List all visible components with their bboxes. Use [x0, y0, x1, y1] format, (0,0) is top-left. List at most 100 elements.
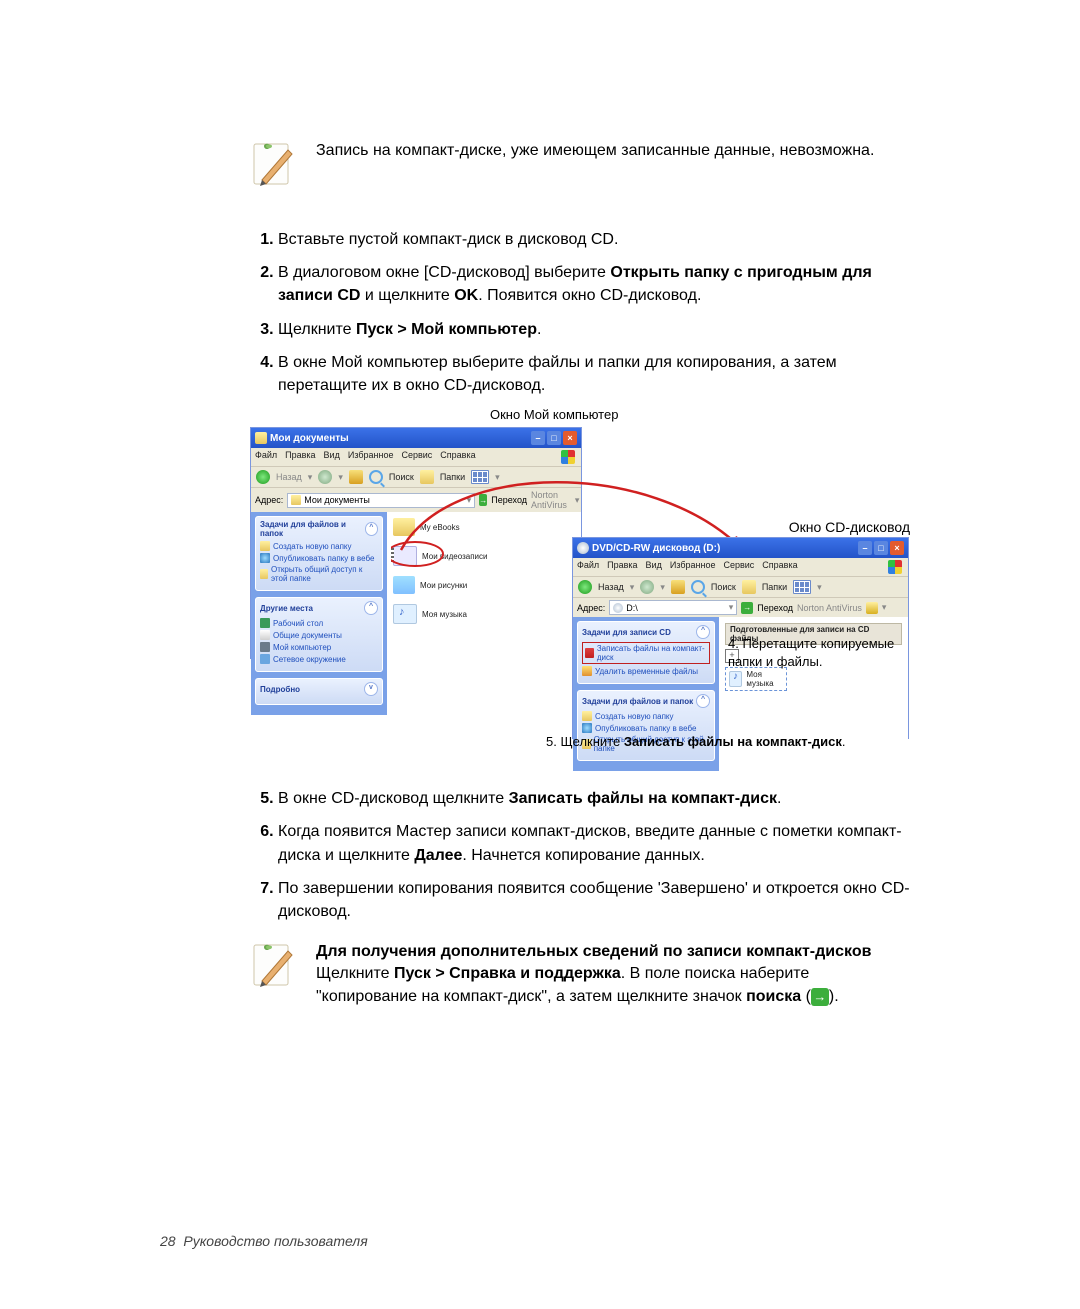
task-publish[interactable]: Опубликовать папку в вебе — [260, 553, 378, 563]
folder-videos[interactable]: Мои видеозаписи — [393, 546, 575, 566]
up-icon[interactable] — [349, 470, 363, 484]
go-label[interactable]: Переход — [757, 603, 793, 613]
folder-ebooks[interactable]: My eBooks — [393, 518, 575, 536]
security-shield-icon[interactable] — [888, 560, 902, 574]
minimize-button[interactable]: – — [858, 541, 872, 555]
task-new-folder[interactable]: Создать новую папку — [260, 541, 378, 551]
menu-bar[interactable]: Файл Правка Вид Избранное Сервис Справка — [251, 448, 581, 466]
menu-file[interactable]: Файл — [577, 560, 599, 574]
titlebar[interactable]: DVD/CD-RW дисковод (D:) – □ × — [573, 538, 908, 558]
step-3-b: Пуск > Мой компьютер — [356, 321, 537, 338]
step-7: По завершении копирования появится сообщ… — [278, 877, 910, 923]
place-desktop[interactable]: Рабочий стол — [260, 618, 378, 628]
step-2-c: и щелкните — [360, 287, 454, 304]
go-label[interactable]: Переход — [491, 495, 527, 505]
chevron-icon[interactable]: ^ — [696, 694, 710, 708]
back-icon[interactable] — [256, 470, 270, 484]
go-icon[interactable]: → — [741, 602, 753, 614]
toolbar[interactable]: Назад ▾ ▾ Поиск Папки ▾ — [573, 576, 908, 598]
maximize-button[interactable]: □ — [874, 541, 888, 555]
note-block-1: Запись на компакт-диске, уже имеющем зап… — [250, 140, 910, 188]
folder-icon — [291, 495, 301, 505]
dragged-folder[interactable]: Моя музыка — [725, 667, 787, 691]
search-icon[interactable] — [691, 580, 705, 594]
antivirus-label[interactable]: Norton AntiVirus — [797, 603, 862, 613]
cd-task-delete-temp[interactable]: Удалить временные файлы — [582, 666, 710, 676]
antivirus-icon[interactable] — [866, 602, 878, 614]
note-pencil-icon — [250, 941, 298, 989]
task-new-folder[interactable]: Создать новую папку — [582, 711, 710, 721]
forward-icon[interactable] — [318, 470, 332, 484]
window-my-documents[interactable]: Мои документы – □ × Файл Правка Вид Избр… — [250, 427, 582, 659]
address-value: Мои документы — [304, 495, 370, 505]
address-bar[interactable]: Адрес: Мои документы ▾ → Переход Norton … — [251, 488, 581, 512]
minimize-button[interactable]: – — [531, 431, 545, 445]
menu-file[interactable]: Файл — [255, 450, 277, 464]
place-network[interactable]: Сетевое окружение — [260, 654, 378, 664]
menu-tools[interactable]: Сервис — [723, 560, 754, 574]
security-shield-icon[interactable] — [561, 450, 575, 464]
window-title: DVD/CD-RW дисковод (D:) — [592, 543, 720, 554]
task-share[interactable]: Открыть общий доступ к этой папке — [260, 565, 378, 583]
folders-icon[interactable] — [742, 580, 756, 594]
menu-edit[interactable]: Правка — [285, 450, 315, 464]
close-button[interactable]: × — [890, 541, 904, 555]
menu-bar[interactable]: Файл Правка Вид Избранное Сервис Справка — [573, 558, 908, 576]
dragged-folder-label: Моя музыка — [746, 670, 783, 688]
forward-icon[interactable] — [640, 580, 654, 594]
chevron-icon[interactable]: ^ — [365, 522, 378, 536]
folders-label[interactable]: Папки — [762, 582, 787, 592]
address-input[interactable]: D:\ ▾ — [609, 600, 737, 615]
antivirus-label[interactable]: Norton AntiVirus — [531, 490, 567, 510]
maximize-button[interactable]: □ — [547, 431, 561, 445]
steps-list-2: В окне CD-дисковод щелкните Записать фай… — [250, 787, 910, 923]
task-publish[interactable]: Опубликовать папку в вебе — [582, 723, 710, 733]
folders-label[interactable]: Папки — [440, 472, 465, 482]
menu-edit[interactable]: Правка — [607, 560, 637, 574]
back-label[interactable]: Назад — [598, 582, 624, 592]
main-pane[interactable]: My eBooks Мои видеозаписи Мои рисунки Мо… — [387, 512, 581, 715]
folder-music[interactable]: Моя музыка — [393, 604, 575, 624]
window-title: Мои документы — [270, 433, 349, 444]
disc-icon — [613, 603, 623, 613]
back-icon[interactable] — [578, 580, 592, 594]
address-bar[interactable]: Адрес: D:\ ▾ → Переход Norton AntiVirus … — [573, 598, 908, 617]
go-icon[interactable]: → — [479, 494, 487, 506]
step-6: Когда появится Мастер записи компакт-дис… — [278, 820, 910, 866]
place-shared-docs[interactable]: Общие документы — [260, 630, 378, 640]
folders-icon[interactable] — [420, 470, 434, 484]
menu-view[interactable]: Вид — [324, 450, 340, 464]
place-my-computer[interactable]: Мой компьютер — [260, 642, 378, 652]
up-icon[interactable] — [671, 580, 685, 594]
menu-favorites[interactable]: Избранное — [348, 450, 394, 464]
chevron-icon[interactable]: v — [364, 682, 378, 696]
chevron-icon[interactable]: ^ — [696, 625, 710, 639]
menu-tools[interactable]: Сервис — [401, 450, 432, 464]
back-label[interactable]: Назад — [276, 472, 302, 482]
folder-pictures[interactable]: Мои рисунки — [393, 576, 575, 594]
view-icon[interactable] — [793, 580, 811, 594]
titlebar[interactable]: Мои документы – □ × — [251, 428, 581, 448]
page-footer: 28 Руководство пользователя — [160, 1233, 368, 1249]
menu-help[interactable]: Справка — [440, 450, 475, 464]
cd-task-write[interactable]: Записать файлы на компакт-диск — [582, 642, 710, 664]
step-2: В диалоговом окне [CD-дисковод] выберите… — [278, 261, 910, 307]
search-go-icon: → — [811, 988, 829, 1006]
close-button[interactable]: × — [563, 431, 577, 445]
page: Запись на компакт-диске, уже имеющем зап… — [0, 0, 1080, 1309]
panel-other-places: Другие места^ Рабочий стол Общие докумен… — [255, 597, 383, 672]
menu-view[interactable]: Вид — [646, 560, 662, 574]
step-2-a: В диалоговом окне [CD-дисковод] выберите — [278, 264, 610, 281]
chevron-icon[interactable]: ^ — [364, 601, 378, 615]
toolbar[interactable]: Назад ▾ ▾ Поиск Папки ▾ — [251, 466, 581, 488]
menu-help[interactable]: Справка — [762, 560, 797, 574]
search-label[interactable]: Поиск — [389, 472, 414, 482]
search-icon[interactable] — [369, 470, 383, 484]
view-icon[interactable] — [471, 470, 489, 484]
search-label[interactable]: Поиск — [711, 582, 736, 592]
address-label: Адрес: — [255, 495, 283, 505]
address-input[interactable]: Мои документы ▾ — [287, 493, 475, 508]
menu-favorites[interactable]: Избранное — [670, 560, 716, 574]
step-1: Вставьте пустой компакт-диск в дисковод … — [278, 228, 910, 251]
step-2-d: OK — [454, 287, 478, 304]
